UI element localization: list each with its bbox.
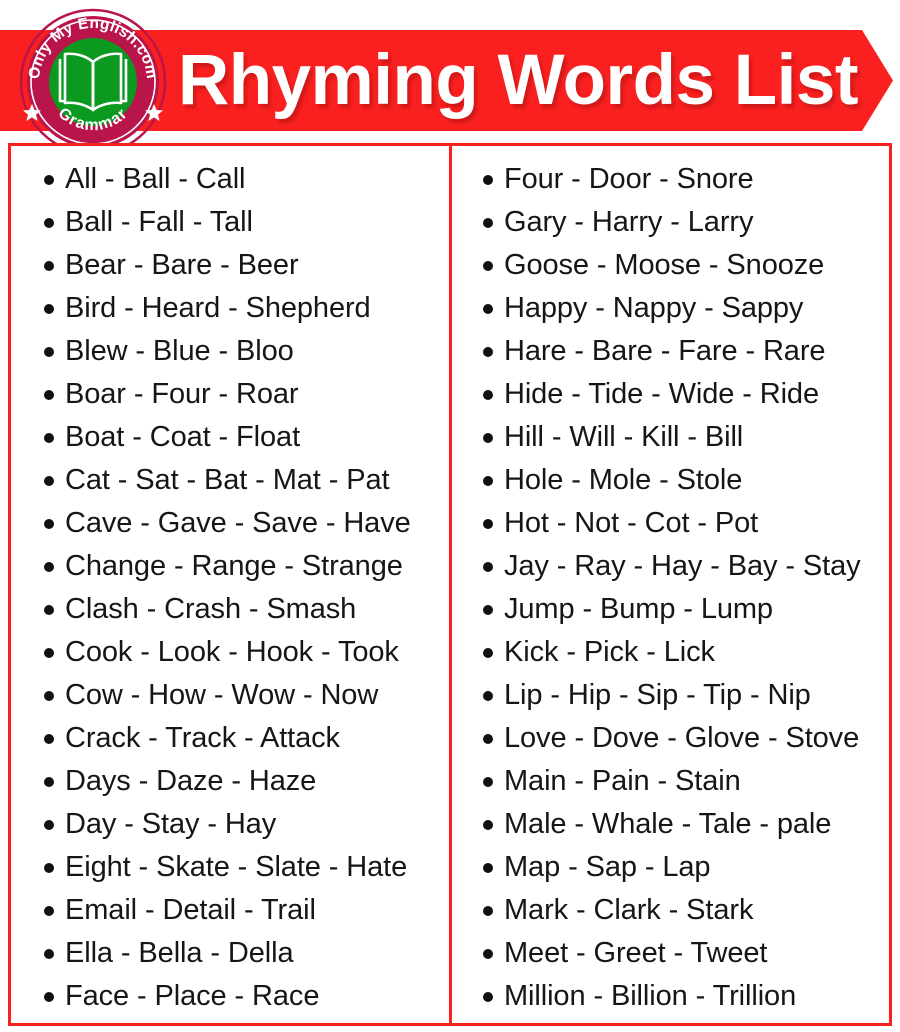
list-item: All - Ball - Call — [11, 158, 449, 201]
list-item: Boar - Four - Roar — [11, 373, 449, 416]
list-item: Ella - Bella - Della — [11, 932, 449, 975]
word-list-column-left: All - Ball - Call Ball - Fall - Tall Bea… — [11, 146, 449, 1023]
list-item: Change - Range - Strange — [11, 545, 449, 588]
list-item: Four - Door - Snore — [452, 158, 889, 201]
list-item: Hill - Will - Kill - Bill — [452, 416, 889, 459]
list-item: Day - Stay - Hay — [11, 803, 449, 846]
list-item: Lip - Hip - Sip - Tip - Nip — [452, 674, 889, 717]
list-item: Cow - How - Wow - Now — [11, 674, 449, 717]
list-item: Clash - Crash - Smash — [11, 588, 449, 631]
list-item: Hot - Not - Cot - Pot — [452, 502, 889, 545]
list-item: Million - Billion - Trillion — [452, 975, 889, 1018]
list-item: Hole - Mole - Stole — [452, 459, 889, 502]
word-list-column-right: Four - Door - Snore Gary - Harry - Larry… — [449, 146, 889, 1023]
list-item: Hide - Tide - Wide - Ride — [452, 373, 889, 416]
list-item: Jay - Ray - Hay - Bay - Stay — [452, 545, 889, 588]
list-item: Male - Whale - Tale - pale — [452, 803, 889, 846]
list-item: Cat - Sat - Bat - Mat - Pat — [11, 459, 449, 502]
list-item: Happy - Nappy - Sappy — [452, 287, 889, 330]
list-item: Boat - Coat - Float — [11, 416, 449, 459]
list-item: Bear - Bare - Beer — [11, 244, 449, 287]
page-header: Rhyming Words List Only My English.com G… — [0, 0, 900, 156]
list-item: Hare - Bare - Fare - Rare — [452, 330, 889, 373]
list-item: Crack - Track - Attack — [11, 717, 449, 760]
list-item: Gary - Harry - Larry — [452, 201, 889, 244]
list-item: Meet - Greet - Tweet — [452, 932, 889, 975]
word-list-left: All - Ball - Call Ball - Fall - Tall Bea… — [11, 158, 449, 1018]
list-item: Love - Dove - Glove - Stove — [452, 717, 889, 760]
list-item: Mark - Clark - Stark — [452, 889, 889, 932]
list-item: Goose - Moose - Snooze — [452, 244, 889, 287]
list-item: Blew - Blue - Bloo — [11, 330, 449, 373]
list-item: Main - Pain - Stain — [452, 760, 889, 803]
list-item: Bird - Heard - Shepherd — [11, 287, 449, 330]
list-item: Kick - Pick - Lick — [452, 631, 889, 674]
list-item: Cook - Look - Hook - Took — [11, 631, 449, 674]
site-logo: Only My English.com Grammar — [19, 8, 167, 156]
list-item: Days - Daze - Haze — [11, 760, 449, 803]
page-title: Rhyming Words List — [178, 41, 859, 120]
list-item: Eight - Skate - Slate - Hate — [11, 846, 449, 889]
list-item: Face - Place - Race — [11, 975, 449, 1018]
list-item: Cave - Gave - Save - Have — [11, 502, 449, 545]
list-item: Email - Detail - Trail — [11, 889, 449, 932]
list-item: Ball - Fall - Tall — [11, 201, 449, 244]
word-list-right: Four - Door - Snore Gary - Harry - Larry… — [452, 158, 889, 1018]
word-list-container: All - Ball - Call Ball - Fall - Tall Bea… — [8, 143, 892, 1026]
list-item: Map - Sap - Lap — [452, 846, 889, 889]
list-item: Jump - Bump - Lump — [452, 588, 889, 631]
